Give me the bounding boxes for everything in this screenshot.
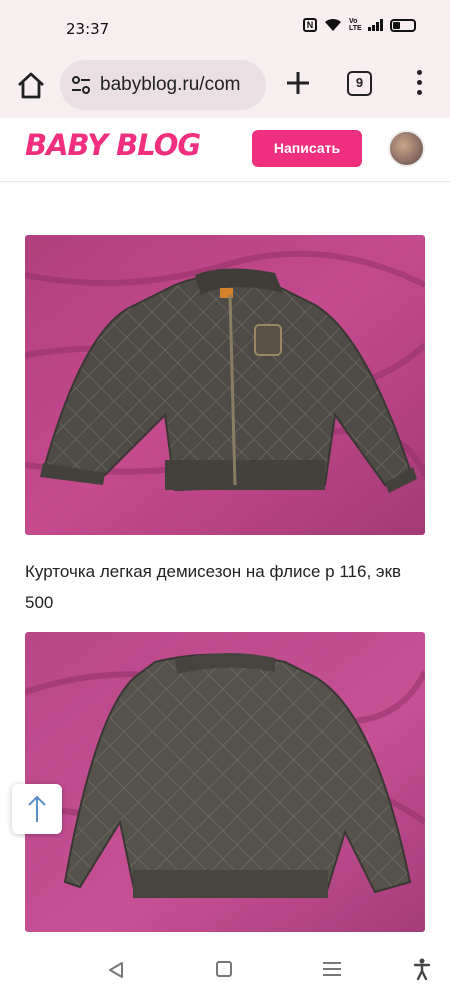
post-text: Курточка легкая демисезон на флисе р 116… bbox=[25, 562, 402, 612]
status-icons: N Vo LTE bbox=[303, 18, 416, 32]
wifi-icon bbox=[325, 18, 341, 31]
avatar[interactable] bbox=[388, 130, 425, 167]
site-logo[interactable]: BABY BLOG bbox=[25, 128, 201, 162]
tab-switcher-button[interactable]: 9 bbox=[347, 71, 372, 96]
arrow-up-icon bbox=[28, 795, 46, 822]
recent-apps-icon[interactable] bbox=[323, 962, 341, 980]
url-text[interactable]: babyblog.ru/com bbox=[100, 74, 240, 96]
site-settings-icon[interactable] bbox=[70, 74, 92, 96]
system-nav-bar bbox=[0, 940, 450, 1000]
signal-icon bbox=[368, 19, 383, 31]
scroll-top-button[interactable] bbox=[12, 784, 62, 834]
new-tab-icon[interactable] bbox=[283, 68, 313, 98]
accessibility-icon[interactable] bbox=[413, 958, 431, 980]
write-button[interactable]: Написать bbox=[252, 130, 362, 167]
status-time: 23:37 bbox=[66, 20, 110, 38]
browser-menu-icon[interactable] bbox=[414, 70, 424, 100]
browser-toolbar: babyblog.ru/com 9 bbox=[0, 56, 450, 118]
volte-icon: Vo LTE bbox=[349, 18, 362, 32]
status-bar: 23:37 N Vo LTE bbox=[0, 0, 450, 56]
battery-icon bbox=[390, 18, 416, 32]
post-content: Курточка легкая демисезон на флисе р 116… bbox=[0, 183, 450, 940]
post-photo-back[interactable] bbox=[25, 632, 425, 932]
site-header: BABY BLOG Написать bbox=[0, 118, 450, 182]
nfc-icon: N bbox=[303, 18, 317, 32]
address-bar[interactable]: babyblog.ru/com bbox=[60, 60, 266, 110]
post-photo-front[interactable] bbox=[25, 235, 425, 535]
home-icon[interactable] bbox=[14, 68, 48, 102]
home-nav-icon[interactable] bbox=[216, 961, 232, 977]
back-icon[interactable] bbox=[108, 961, 124, 979]
